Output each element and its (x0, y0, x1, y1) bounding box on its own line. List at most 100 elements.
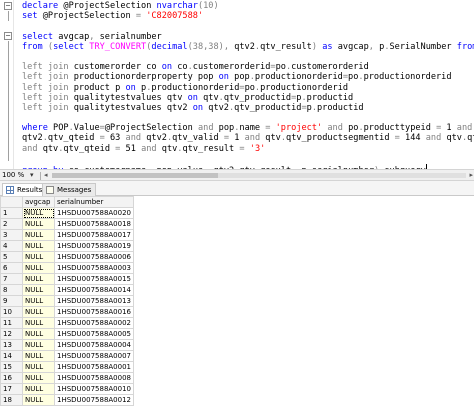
row-number[interactable]: 17 (0, 383, 23, 395)
code-line[interactable]: left join product p on p.productionorder… (22, 83, 474, 93)
table-row[interactable]: 5 NULL 1HSDU007588A0006 (0, 251, 134, 263)
cell-avgcap[interactable]: NULL (22, 339, 55, 351)
horizontal-scrollbar[interactable] (52, 173, 466, 178)
table-row[interactable]: 15 NULL 1HSDU007588A0001 (0, 361, 134, 373)
table-row[interactable]: 11 NULL 1HSDU007588A0002 (0, 317, 134, 329)
table-row[interactable]: 10 NULL 1HSDU007588A0016 (0, 306, 134, 318)
code-line[interactable]: left join qualitytestvalues qtv on qtv.q… (22, 93, 474, 103)
row-number[interactable]: 9 (0, 295, 23, 307)
cell-avgcap[interactable]: NULL (22, 394, 55, 406)
tab-results[interactable]: Results (2, 183, 48, 197)
table-row[interactable]: 4 NULL 1HSDU007588A0019 (0, 240, 134, 252)
cell-serialnumber[interactable]: 1HSDU007588A0017 (54, 229, 134, 241)
cell-serialnumber[interactable]: 1HSDU007588A0018 (54, 218, 134, 230)
results-grid[interactable]: avgcap serialnumber 1 NULL 1HSDU007588A002… (0, 196, 474, 411)
code-line[interactable]: set @ProjectSelection = 'C82007588' (22, 11, 474, 21)
row-number[interactable]: 14 (0, 350, 23, 362)
cell-serialnumber[interactable]: 1HSDU007588A0002 (54, 317, 134, 329)
cell-serialnumber[interactable]: 1HSDU007588A0005 (54, 328, 134, 340)
cell-serialnumber[interactable]: 1HSDU007588A0013 (54, 295, 134, 307)
code-line[interactable]: and qtv.qtv_qteid = 51 and qtv.qtv_resul… (22, 144, 474, 154)
cell-avgcap[interactable]: NULL (22, 383, 55, 395)
table-row[interactable]: 16 NULL 1HSDU007588A0008 (0, 372, 134, 384)
table-row[interactable]: 9 NULL 1HSDU007588A0013 (0, 295, 134, 307)
cell-serialnumber[interactable]: 1HSDU007588A0020 (54, 207, 134, 219)
cell-serialnumber[interactable]: 1HSDU007588A0001 (54, 361, 134, 373)
cell-avgcap[interactable]: NULL (22, 240, 55, 252)
cell-avgcap[interactable]: NULL (22, 350, 55, 362)
table-row[interactable]: 2 NULL 1HSDU007588A0018 (0, 218, 134, 230)
code-line[interactable]: left join qualitytestvalues qtv2 on qtv2… (22, 103, 474, 113)
row-number[interactable]: 12 (0, 328, 23, 340)
row-number[interactable]: 18 (0, 394, 23, 406)
collapse-icon[interactable]: − (4, 32, 12, 40)
cell-avgcap[interactable]: NULL (22, 284, 55, 296)
table-row[interactable]: 14 NULL 1HSDU007588A0007 (0, 350, 134, 362)
code-line[interactable] (22, 154, 474, 164)
row-number[interactable]: 15 (0, 361, 23, 373)
table-row[interactable]: 13 NULL 1HSDU007588A0004 (0, 339, 134, 351)
cell-avgcap[interactable]: NULL (22, 295, 55, 307)
cell-serialnumber[interactable]: 1HSDU007588A0015 (54, 273, 134, 285)
table-row[interactable]: 12 NULL 1HSDU007588A0005 (0, 328, 134, 340)
cell-avgcap[interactable]: NULL (22, 306, 55, 318)
chevron-down-icon[interactable]: ▾ (30, 170, 34, 181)
cell-avgcap[interactable]: NULL (22, 218, 55, 230)
code-line[interactable] (22, 52, 474, 62)
code-line[interactable] (22, 113, 474, 123)
scrollbar-thumb[interactable] (52, 173, 218, 178)
table-row[interactable]: 8 NULL 1HSDU007588A0014 (0, 284, 134, 296)
column-header-avgcap[interactable]: avgcap (22, 196, 55, 208)
scroll-right-icon[interactable]: ▸ (469, 170, 473, 181)
cell-avgcap[interactable]: NULL (22, 328, 55, 340)
row-number[interactable]: 11 (0, 317, 23, 329)
code-line[interactable]: where POP.Value=@ProjectSelection and po… (22, 123, 474, 133)
table-row[interactable]: 17 NULL 1HSDU007588A0010 (0, 383, 134, 395)
cell-avgcap[interactable]: NULL (22, 207, 55, 219)
collapse-icon[interactable]: − (4, 2, 12, 10)
code-line[interactable]: from (select TRY_CONVERT(decimal(38,38),… (22, 42, 474, 52)
cell-serialnumber[interactable]: 1HSDU007588A0007 (54, 350, 134, 362)
row-number[interactable]: 1 (0, 207, 23, 219)
row-number[interactable]: 16 (0, 372, 23, 384)
code-line[interactable]: select avgcap, serialnumber (22, 32, 474, 42)
cell-serialnumber[interactable]: 1HSDU007588A0019 (54, 240, 134, 252)
table-row[interactable]: 18 NULL 1HSDU007588A0012 (0, 394, 134, 406)
cell-avgcap[interactable]: NULL (22, 317, 55, 329)
cell-serialnumber[interactable]: 1HSDU007588A0008 (54, 372, 134, 384)
tab-messages[interactable]: Messages (42, 183, 97, 196)
row-number[interactable]: 10 (0, 306, 23, 318)
row-number[interactable]: 8 (0, 284, 23, 296)
row-number[interactable]: 2 (0, 218, 23, 230)
zoom-level[interactable]: 100 % (2, 170, 24, 181)
cell-avgcap[interactable]: NULL (22, 372, 55, 384)
code-line[interactable]: qtv2.qtv_qteid = 63 and qtv2.qtv_valid =… (22, 133, 474, 143)
table-row[interactable]: 1 NULL 1HSDU007588A0020 (0, 207, 134, 219)
cell-avgcap[interactable]: NULL (22, 262, 55, 274)
scroll-left-icon[interactable]: ◂ (44, 170, 48, 181)
cell-serialnumber[interactable]: 1HSDU007588A0012 (54, 394, 134, 406)
cell-serialnumber[interactable]: 1HSDU007588A0016 (54, 306, 134, 318)
code-line[interactable] (22, 21, 474, 31)
cell-avgcap[interactable]: NULL (22, 229, 55, 241)
table-row[interactable]: 7 NULL 1HSDU007588A0015 (0, 273, 134, 285)
code-line[interactable]: declare @ProjectSelection nvarchar(10) (22, 1, 474, 11)
cell-avgcap[interactable]: NULL (22, 361, 55, 373)
code-text[interactable]: declare @ProjectSelection nvarchar(10) se… (22, 1, 474, 169)
cell-serialnumber[interactable]: 1HSDU007588A0003 (54, 262, 134, 274)
row-number[interactable]: 3 (0, 229, 23, 241)
code-line[interactable]: left join productionorderproperty pop on… (22, 72, 474, 82)
column-header-serialnumber[interactable]: serialnumber (54, 196, 134, 208)
code-line[interactable]: left join customerorder co on co.custome… (22, 62, 474, 72)
row-number[interactable]: 4 (0, 240, 23, 252)
table-row[interactable]: 6 NULL 1HSDU007588A0003 (0, 262, 134, 274)
query-editor[interactable]: − − declare @ProjectSelection nvarchar(1… (0, 0, 474, 169)
cell-serialnumber[interactable]: 1HSDU007588A0014 (54, 284, 134, 296)
cell-avgcap[interactable]: NULL (22, 273, 55, 285)
row-number[interactable]: 7 (0, 273, 23, 285)
grid-corner[interactable] (0, 196, 23, 208)
row-number[interactable]: 6 (0, 262, 23, 274)
cell-avgcap[interactable]: NULL (22, 251, 55, 263)
cell-serialnumber[interactable]: 1HSDU007588A0010 (54, 383, 134, 395)
row-number[interactable]: 5 (0, 251, 23, 263)
